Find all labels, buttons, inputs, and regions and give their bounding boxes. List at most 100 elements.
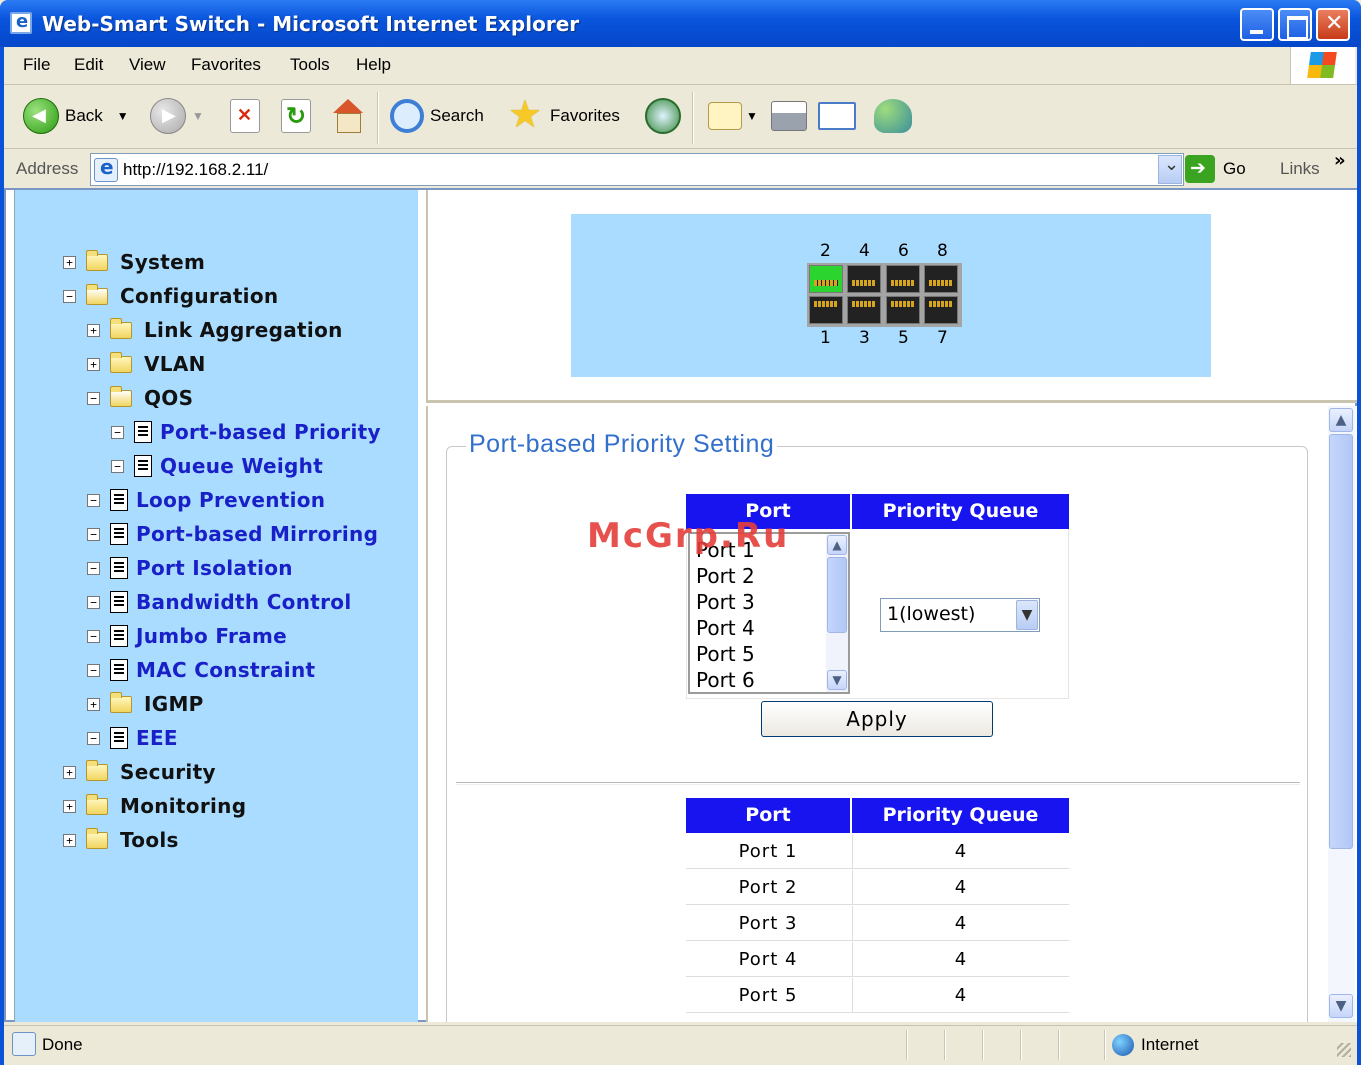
nav-item-label[interactable]: Port Isolation	[136, 556, 293, 580]
history-button[interactable]	[645, 96, 687, 136]
list-item[interactable]: Port 4	[696, 616, 755, 640]
collapse-icon[interactable]: −	[87, 561, 100, 575]
nav-item[interactable]: + Monitoring	[63, 791, 246, 821]
priority-queue-select[interactable]: 1(lowest) ▼	[880, 598, 1040, 632]
port-jack-4[interactable]	[847, 265, 881, 293]
nav-item-label[interactable]: Port-based Mirroring	[136, 522, 378, 546]
port-select-list[interactable]: Port 1 Port 2 Port 3 Port 4 Port 5 Port …	[688, 532, 850, 694]
scroll-up-icon[interactable]: ▲	[1329, 408, 1353, 432]
collapse-icon[interactable]: −	[87, 391, 100, 405]
chevron-down-icon[interactable]: ▼	[1016, 600, 1038, 630]
port-jack-5[interactable]	[886, 296, 920, 324]
favorites-button[interactable]: Favorites	[508, 92, 620, 137]
nav-item[interactable]: − Port Isolation	[87, 553, 293, 583]
menu-edit[interactable]: Edit	[74, 55, 103, 75]
collapse-icon[interactable]: −	[87, 663, 100, 677]
collapse-icon[interactable]: −	[87, 731, 100, 745]
apply-button[interactable]: Apply	[761, 701, 993, 737]
nav-item[interactable]: − Port-based Priority	[111, 417, 381, 447]
expand-icon[interactable]: +	[63, 833, 76, 847]
expand-icon[interactable]: +	[87, 697, 100, 711]
collapse-icon[interactable]: −	[111, 425, 124, 439]
nav-item-label[interactable]: Jumbo Frame	[136, 624, 287, 648]
list-item[interactable]: Port 3	[696, 590, 755, 614]
page-scrollbar[interactable]: ▲ ▼	[1328, 406, 1355, 1022]
address-dropdown-button[interactable]	[1158, 154, 1182, 184]
menu-help[interactable]: Help	[356, 55, 391, 75]
collapse-icon[interactable]: −	[87, 527, 100, 541]
list-scrollbar[interactable]: ▲ ▼	[826, 534, 848, 692]
nav-item[interactable]: + Security	[63, 757, 216, 787]
scroll-thumb[interactable]	[1329, 434, 1353, 849]
menu-view[interactable]: View	[129, 55, 166, 75]
address-url[interactable]: http://192.168.2.11/	[123, 160, 268, 180]
port-jack-2[interactable]	[809, 265, 843, 293]
collapse-icon[interactable]: −	[87, 595, 100, 609]
nav-item[interactable]: + Tools	[63, 825, 179, 855]
forward-dropdown-icon[interactable]: ▼	[192, 109, 204, 123]
scroll-down-icon[interactable]: ▼	[1329, 994, 1353, 1018]
expand-icon[interactable]: +	[87, 323, 100, 337]
port-jack-8[interactable]	[924, 265, 958, 293]
links-label[interactable]: Links	[1280, 159, 1320, 179]
nav-item[interactable]: − EEE	[87, 723, 178, 753]
list-item[interactable]: Port 6	[696, 668, 755, 692]
home-button[interactable]	[331, 96, 371, 136]
address-input[interactable]: http://192.168.2.11/	[90, 153, 1184, 186]
port-jack-7[interactable]	[924, 296, 958, 324]
nav-item[interactable]: + IGMP	[87, 689, 204, 719]
expand-icon[interactable]: +	[63, 765, 76, 779]
nav-item[interactable]: − Loop Prevention	[87, 485, 325, 515]
nav-item-label[interactable]: MAC Constraint	[136, 658, 315, 682]
mail-dropdown-icon[interactable]: ▼	[746, 109, 758, 123]
nav-item[interactable]: − Bandwidth Control	[87, 587, 351, 617]
title-bar[interactable]: Web-Smart Switch - Microsoft Internet Ex…	[0, 0, 1361, 47]
resize-grip-icon[interactable]	[1337, 1043, 1351, 1057]
port-jack-6[interactable]	[886, 265, 920, 293]
scroll-up-icon[interactable]: ▲	[827, 535, 847, 555]
collapse-icon[interactable]: −	[87, 629, 100, 643]
expand-icon[interactable]: +	[87, 357, 100, 371]
scroll-thumb[interactable]	[827, 557, 847, 633]
collapse-icon[interactable]: −	[87, 493, 100, 507]
back-button[interactable]: Back ▼	[23, 96, 129, 136]
minimize-button[interactable]	[1240, 8, 1274, 41]
close-button[interactable]	[1316, 8, 1350, 41]
nav-item[interactable]: + VLAN	[87, 349, 206, 379]
nav-item-label[interactable]: EEE	[136, 726, 178, 750]
nav-item[interactable]: − Jumbo Frame	[87, 621, 287, 651]
nav-item-label[interactable]: Port-based Priority	[160, 420, 381, 444]
menu-file[interactable]: File	[23, 55, 50, 75]
edit-button[interactable]	[818, 96, 862, 136]
collapse-icon[interactable]: −	[111, 459, 124, 473]
search-button[interactable]: Search	[390, 96, 484, 136]
nav-item[interactable]: − QOS	[87, 383, 193, 413]
nav-item-label[interactable]: Queue Weight	[160, 454, 323, 478]
refresh-button[interactable]	[281, 96, 317, 136]
expand-icon[interactable]: +	[63, 799, 76, 813]
nav-item-label[interactable]: Bandwidth Control	[136, 590, 351, 614]
menu-favorites[interactable]: Favorites	[191, 55, 261, 75]
list-item[interactable]: Port 2	[696, 564, 755, 588]
port-jack-3[interactable]	[847, 296, 881, 324]
list-item[interactable]: Port 5	[696, 642, 755, 666]
expand-icon[interactable]: +	[63, 255, 76, 269]
menu-tools[interactable]: Tools	[290, 55, 330, 75]
nav-item[interactable]: − Port-based Mirroring	[87, 519, 378, 549]
nav-item[interactable]: + Link Aggregation	[87, 315, 343, 345]
forward-button[interactable]: ▼	[150, 96, 204, 136]
stop-button[interactable]	[230, 96, 266, 136]
maximize-button[interactable]	[1278, 8, 1312, 41]
nav-item-label[interactable]: Loop Prevention	[136, 488, 325, 512]
collapse-icon[interactable]: −	[63, 289, 76, 303]
go-button[interactable]: Go	[1185, 155, 1246, 183]
scroll-down-icon[interactable]: ▼	[827, 670, 847, 690]
nav-item[interactable]: − Configuration	[63, 281, 278, 311]
links-chevron-icon[interactable]: »	[1334, 150, 1346, 171]
nav-item[interactable]: + System	[63, 247, 205, 277]
messenger-button[interactable]	[874, 96, 918, 136]
nav-item[interactable]: − Queue Weight	[111, 451, 323, 481]
mail-button[interactable]: ▼	[708, 96, 758, 136]
print-button[interactable]	[771, 96, 813, 136]
port-jack-1[interactable]	[809, 296, 843, 324]
